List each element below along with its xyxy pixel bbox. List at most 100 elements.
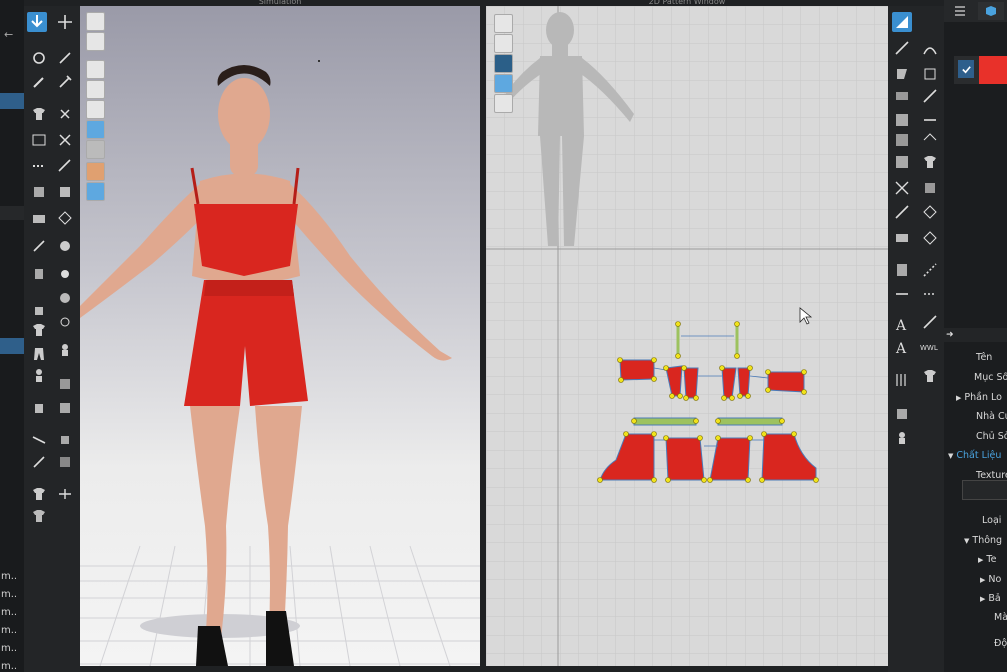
fold-icon[interactable] xyxy=(29,130,49,150)
polygon-icon[interactable] xyxy=(892,64,912,84)
visibility-icon[interactable] xyxy=(86,80,105,99)
dart-icon[interactable] xyxy=(920,110,940,130)
pattern-viewport[interactable] xyxy=(486,6,888,666)
material-checkbox[interactable] xyxy=(958,60,974,78)
bag-icon[interactable] xyxy=(29,300,49,320)
list-item[interactable]: m.. xyxy=(1,589,17,600)
expand-arrow-icon[interactable]: ▶ xyxy=(980,595,985,603)
simulation-viewport[interactable] xyxy=(80,6,480,666)
list-item[interactable]: m.. xyxy=(1,643,17,654)
layer-icon[interactable] xyxy=(55,374,75,394)
list-item[interactable]: m.. xyxy=(1,625,17,636)
expand-arrow-icon[interactable]: ▶ xyxy=(956,394,961,402)
text-tool[interactable]: A xyxy=(896,318,906,334)
pattern-lock-icon[interactable] xyxy=(494,94,513,113)
person-tool-icon[interactable] xyxy=(892,428,912,448)
hanger-icon[interactable] xyxy=(55,312,75,332)
mannequin-icon[interactable] xyxy=(29,484,49,504)
list-item[interactable]: m.. xyxy=(1,571,17,582)
property-row[interactable]: ▶ Bả xyxy=(980,593,1001,604)
property-row[interactable]: Tên xyxy=(976,352,992,363)
list-item[interactable]: m.. xyxy=(1,661,17,672)
brush-icon[interactable] xyxy=(29,72,49,92)
material-swatch[interactable] xyxy=(979,56,1007,84)
wwl-label[interactable]: WWL xyxy=(920,344,938,352)
property-row[interactable]: ▼ Chất Liệu xyxy=(948,450,1001,461)
internal-shape-icon[interactable] xyxy=(892,110,912,130)
body-icon[interactable] xyxy=(29,366,49,386)
rotate-icon[interactable] xyxy=(29,48,49,68)
lasso-icon[interactable] xyxy=(920,130,940,150)
texture-field[interactable] xyxy=(962,480,1007,500)
panel-icon[interactable] xyxy=(55,452,75,472)
trace-icon[interactable] xyxy=(892,130,912,150)
fabric-icon[interactable] xyxy=(55,182,75,202)
select-arrow-icon[interactable] xyxy=(27,12,47,32)
rectangle-icon[interactable] xyxy=(892,86,912,106)
text-tool-alt[interactable]: A xyxy=(896,341,906,357)
pleat-icon[interactable] xyxy=(920,152,940,172)
pattern-shirt-tool-icon[interactable] xyxy=(920,366,940,386)
cube-view-icon[interactable] xyxy=(978,2,1004,20)
property-row[interactable]: ▶ Te xyxy=(978,554,996,565)
seam-allowance-icon[interactable] xyxy=(920,284,940,304)
property-row[interactable]: ▶ No xyxy=(980,574,1001,585)
property-row[interactable]: Mục Số xyxy=(974,372,1007,383)
avatar-measure-icon[interactable] xyxy=(29,182,49,202)
skin-icon[interactable] xyxy=(86,162,105,181)
stitch-icon[interactable] xyxy=(29,452,49,472)
fabric-view-icon[interactable] xyxy=(86,120,105,139)
property-row[interactable]: Nhà Cun xyxy=(976,411,1007,422)
add-point-icon[interactable] xyxy=(920,64,940,84)
expand-arrow-icon[interactable]: ▶ xyxy=(978,556,983,564)
tuck-icon[interactable] xyxy=(55,156,75,176)
hand-tool-icon[interactable] xyxy=(892,404,912,424)
expand-arrow-icon[interactable]: ▶ xyxy=(980,576,985,584)
property-row[interactable]: Chủ Sở xyxy=(976,431,1007,442)
pattern-display-icon[interactable] xyxy=(494,14,513,33)
selected-row[interactable] xyxy=(0,338,24,354)
transform-pattern-icon[interactable] xyxy=(892,12,912,32)
property-row[interactable]: Độ xyxy=(994,638,1007,649)
sewing-line-icon[interactable] xyxy=(892,284,912,304)
pattern-info-icon[interactable] xyxy=(494,54,513,73)
cut-icon[interactable] xyxy=(55,130,75,150)
zipper-icon[interactable] xyxy=(29,264,49,284)
grid-tool-icon[interactable] xyxy=(892,370,912,390)
trim-icon[interactable] xyxy=(55,288,75,308)
collapse-arrow-icon[interactable]: ▼ xyxy=(964,537,969,545)
edit-pattern-icon[interactable] xyxy=(892,38,912,58)
pants-icon[interactable] xyxy=(29,344,49,364)
texture-display-icon[interactable] xyxy=(86,60,105,79)
avatar-display-icon[interactable] xyxy=(86,12,105,31)
seam-icon[interactable] xyxy=(29,156,49,176)
panel-arrow-icon[interactable]: ➜ xyxy=(946,330,954,340)
list-view-icon[interactable] xyxy=(954,5,966,17)
annotation-icon[interactable] xyxy=(920,312,940,332)
garment-display-icon[interactable] xyxy=(86,32,105,51)
circle-tool-icon[interactable] xyxy=(920,86,940,106)
property-row[interactable]: Mà xyxy=(994,612,1007,623)
square-icon[interactable] xyxy=(55,398,75,418)
flip-icon[interactable] xyxy=(55,484,75,504)
ruler-icon[interactable] xyxy=(892,260,912,280)
hand-icon[interactable] xyxy=(29,398,49,418)
button-icon[interactable] xyxy=(55,236,75,256)
pattern-fabric-icon[interactable] xyxy=(494,74,513,93)
camera-icon[interactable] xyxy=(29,208,49,228)
globe-icon[interactable] xyxy=(86,182,105,201)
shirt-add-icon[interactable] xyxy=(29,320,49,340)
garment-icon[interactable] xyxy=(29,506,49,526)
selected-row[interactable] xyxy=(0,93,24,109)
property-row[interactable]: ▶ Phần Lo xyxy=(956,392,1002,403)
edit-curve-icon[interactable] xyxy=(920,38,940,58)
zip-tool-icon[interactable] xyxy=(920,228,940,248)
list-item[interactable]: m.. xyxy=(1,607,17,618)
pin-icon[interactable] xyxy=(55,48,75,68)
line-icon[interactable] xyxy=(29,236,49,256)
measure-icon[interactable] xyxy=(920,260,940,280)
grid-icon[interactable] xyxy=(55,208,75,228)
pattern-shirt-icon[interactable] xyxy=(494,34,513,53)
avatar-visibility-icon[interactable] xyxy=(86,100,105,119)
circle-icon[interactable] xyxy=(55,264,75,284)
